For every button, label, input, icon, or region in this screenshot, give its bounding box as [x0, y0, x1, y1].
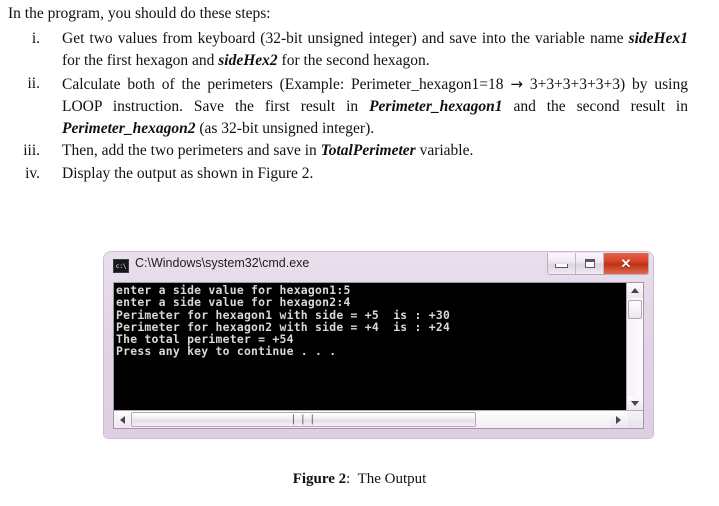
right-arrow-icon: → — [510, 74, 523, 93]
step-text: Calculate both of the perimeters (Exampl… — [62, 73, 688, 141]
step-text-run: variable. — [415, 142, 474, 160]
console-line: enter a side value for hexagon2:4 — [116, 295, 351, 310]
step-text-run: Then, add the two perimeters and save in — [62, 142, 321, 160]
console-output[interactable]: enter a side value for hexagon1:5 enter a… — [114, 283, 626, 411]
figure-caption-text: The Output — [357, 471, 427, 487]
intro-paragraph: In the program, you should do these step… — [8, 5, 271, 22]
maximize-button[interactable] — [576, 253, 604, 274]
maximize-icon — [584, 259, 595, 268]
emphasised-term: Perimeter_hexagon2 — [62, 120, 196, 138]
window-controls: ✕ — [547, 253, 649, 275]
step-item: iv. Display the output as shown in Figure… — [0, 163, 700, 185]
cmd-window-title: C:\Windows\system32\cmd.exe — [135, 256, 310, 270]
step-item: i. Get two values from keyboard (32-bit u… — [0, 28, 700, 73]
scroll-right-button[interactable] — [610, 411, 626, 428]
emphasised-term: sideHex1 — [628, 30, 688, 47]
step-text: Then, add the two perimeters and save in… — [62, 140, 688, 162]
step-text: Display the output as shown in Figure 2. — [62, 163, 688, 185]
step-numeral: i. — [31, 30, 40, 47]
cmd-exe-icon: c:\ — [113, 259, 129, 273]
step-numeral: iii. — [23, 142, 40, 160]
console-line: Press any key to continue . . . — [116, 344, 337, 359]
step-text-run: for the second hexagon. — [277, 52, 430, 70]
resize-grip[interactable] — [627, 411, 643, 428]
cmd-title-bar[interactable]: c:\ C:\Windows\system32\cmd.exe ✕ — [104, 252, 653, 281]
scroll-up-button[interactable] — [627, 283, 643, 298]
step-text-run: and the second result in — [502, 97, 688, 115]
figure-caption-separator: : — [346, 471, 351, 487]
scroll-down-button[interactable] — [627, 396, 643, 411]
minimize-icon — [555, 264, 568, 268]
cmd-client-area: enter a side value for hexagon1:5 enter a… — [113, 282, 644, 429]
scroll-thumb-grip-icon: ❘❘❘ — [289, 413, 318, 425]
horizontal-scrollbar[interactable]: ❘❘❘ — [114, 410, 643, 428]
emphasised-term: sideHex2 — [218, 52, 278, 70]
step-text-run: Display the output as shown in Figure 2. — [62, 164, 314, 182]
chevron-down-icon — [631, 401, 639, 406]
step-numeral: iv. — [25, 164, 40, 182]
step-text-run: for the first hexagon and — [62, 52, 219, 70]
chevron-right-icon — [615, 415, 621, 424]
emphasised-term: Perimeter_hexagon1 — [369, 97, 503, 115]
step-item: iii. Then, add the two perimeters and sav… — [0, 140, 700, 162]
figure-caption-label: Figure 2 — [292, 471, 347, 487]
step-text-run: Calculate both of the perimeters (Exampl… — [62, 75, 511, 93]
vertical-scrollbar[interactable] — [626, 283, 643, 411]
scroll-left-button[interactable] — [114, 411, 130, 428]
horizontal-scroll-thumb[interactable]: ❘❘❘ — [131, 412, 476, 427]
vertical-scroll-thumb[interactable] — [628, 300, 642, 319]
steps-list: i. Get two values from keyboard (32-bit u… — [0, 28, 700, 185]
step-text-run: Get two values from keyboard (32-bit uns… — [62, 30, 629, 47]
step-item: ii. Calculate both of the perimeters (Exa… — [0, 73, 700, 141]
step-text-run: (as 32-bit unsigned integer). — [195, 120, 375, 138]
close-button[interactable]: ✕ — [604, 253, 648, 274]
cmd-window[interactable]: c:\ C:\Windows\system32\cmd.exe ✕ enter … — [104, 252, 653, 438]
minimize-button[interactable] — [548, 253, 576, 274]
step-numeral: ii. — [27, 74, 41, 92]
close-icon: ✕ — [620, 256, 632, 271]
chevron-left-icon — [119, 415, 125, 424]
step-text: Get two values from keyboard (32-bit uns… — [62, 28, 688, 73]
emphasised-term: TotalPerimeter — [320, 142, 416, 160]
chevron-up-icon — [631, 288, 639, 293]
figure-caption: Figure 2: The Output — [0, 471, 719, 488]
